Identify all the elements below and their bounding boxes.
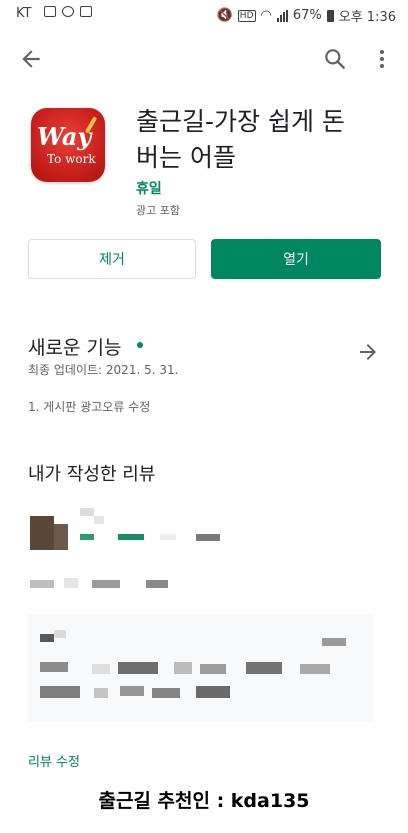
check-box-icon	[80, 6, 92, 17]
mute-icon: 🔇	[216, 8, 233, 23]
sync-icon	[62, 6, 74, 17]
arrow-right-icon[interactable]	[356, 340, 380, 364]
app-title: 출근길-가장 쉽게 돈버는 어플	[136, 107, 345, 172]
edit-review-link[interactable]: 리뷰 수정	[28, 751, 80, 770]
whats-new-title: 새로운 기능	[28, 337, 122, 359]
app-icon-logo-text: Way	[37, 122, 92, 151]
referral-caption: 출근길 추천인 : kda135	[98, 790, 310, 812]
clock: 오후 1:36	[338, 10, 396, 25]
last-updated-date: 최종 업데이트: 2021. 5. 31.	[28, 363, 179, 377]
contains-ads-label: 광고 포함	[136, 204, 180, 217]
wifi-icon: ◠	[260, 8, 272, 23]
whats-new-body: 1. 게시판 광고오류 수정	[28, 400, 151, 414]
more-vert-icon[interactable]	[372, 46, 392, 72]
hd-icon: HD	[237, 9, 256, 22]
review-text-box	[28, 614, 373, 722]
status-bar: KT 🔇 HD ◠ 67% 오후 1:36	[0, 0, 408, 30]
new-indicator-dot	[137, 342, 143, 348]
app-icon-logo-subtext: To work	[47, 152, 96, 166]
battery-percent: 67%	[292, 8, 322, 23]
app-icon: Way To work	[31, 108, 105, 182]
arrow-left-icon[interactable]	[18, 46, 44, 72]
open-button[interactable]: 열기	[211, 239, 381, 279]
signal-icon	[276, 9, 288, 22]
system-icons: 🔇 HD ◠ 67% 오후 1:36	[217, 6, 396, 25]
carrier-label: KT	[16, 6, 32, 21]
developer-link[interactable]: 휴일	[136, 178, 162, 198]
search-icon[interactable]	[322, 46, 348, 72]
notification-icons	[44, 6, 92, 17]
battery-icon	[326, 9, 334, 22]
image-icon	[44, 6, 56, 17]
my-review-title: 내가 작성한 리뷰	[28, 464, 156, 485]
uninstall-button[interactable]: 제거	[28, 239, 196, 279]
